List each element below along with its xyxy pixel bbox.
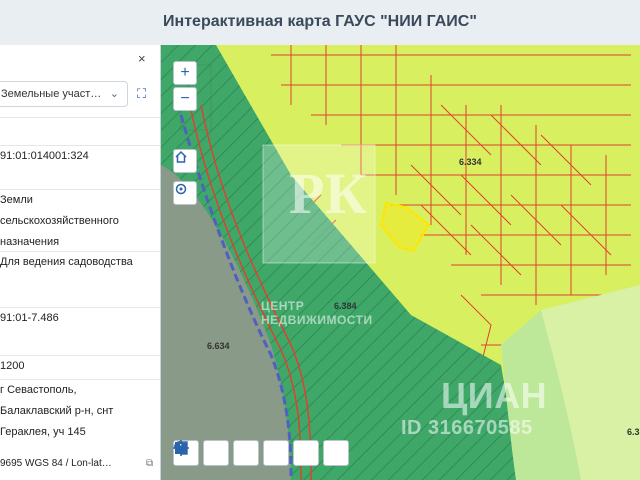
watermark-cian: ЦИАН (441, 375, 548, 416)
map-layers (161, 45, 640, 480)
field-row-cadastral-number: 91:01:014001:324 (0, 145, 160, 190)
area-measure-icon[interactable] (175, 440, 289, 466)
geolocation-icon[interactable] (173, 181, 197, 205)
parcel-label: 6.634 (207, 341, 230, 351)
ruler-icon[interactable] (175, 440, 259, 466)
watermark-logo: РК (289, 161, 368, 226)
coordinate-system: 9695 WGS 84 / Lon-lat… ⧉ (0, 458, 154, 469)
close-button[interactable]: × (138, 51, 146, 66)
parcel-label: 6.334 (459, 157, 482, 167)
zoom-in-button[interactable]: + (173, 61, 197, 85)
field-row-address: г Севастополь, Балаклавский р-н, снт Гер… (0, 379, 160, 448)
zoom-out-button[interactable]: − (173, 87, 197, 111)
layer-select-value: Земельные участ… (1, 88, 101, 100)
info-panel: × Земельные участ… ⌄ ⛶ 91:01:014001:324 … (0, 45, 161, 480)
field-row-zone: 91:01-7.486 (0, 307, 160, 356)
copy-icon[interactable]: ⧉ (146, 458, 153, 469)
field-row-type (0, 117, 160, 146)
compare-icon[interactable] (175, 440, 319, 466)
layer-select[interactable]: Земельные участ… ⌄ (0, 81, 128, 107)
parcel-label: 6.3 (627, 427, 640, 437)
map-canvas[interactable]: РК ЦЕНТР НЕДВИЖИМОСТИ ЦИАН ID 316670585 … (161, 45, 640, 480)
chevron-down-icon: ⌄ (109, 88, 119, 100)
field-row-area: 1200 (0, 355, 160, 380)
watermark-id: ID 316670585 (401, 417, 533, 439)
parcel-label: 6.384 (334, 301, 357, 311)
field-row-category: Земли сельскохозяйственного назначения (0, 189, 160, 252)
zoom-out-tool-icon[interactable] (174, 440, 229, 466)
home-icon[interactable] (173, 149, 197, 173)
map-toolbar (173, 440, 349, 470)
field-row-permitted-use: Для ведения садоводства (0, 251, 160, 308)
app-header: Интерактивная карта ГАУС "НИИ ГАИС" (0, 0, 640, 46)
page-title: Интерактивная карта ГАУС "НИИ ГАИС" (163, 13, 477, 30)
expand-icon[interactable]: ⛶ (137, 86, 146, 102)
locate-icon[interactable] (173, 440, 349, 466)
